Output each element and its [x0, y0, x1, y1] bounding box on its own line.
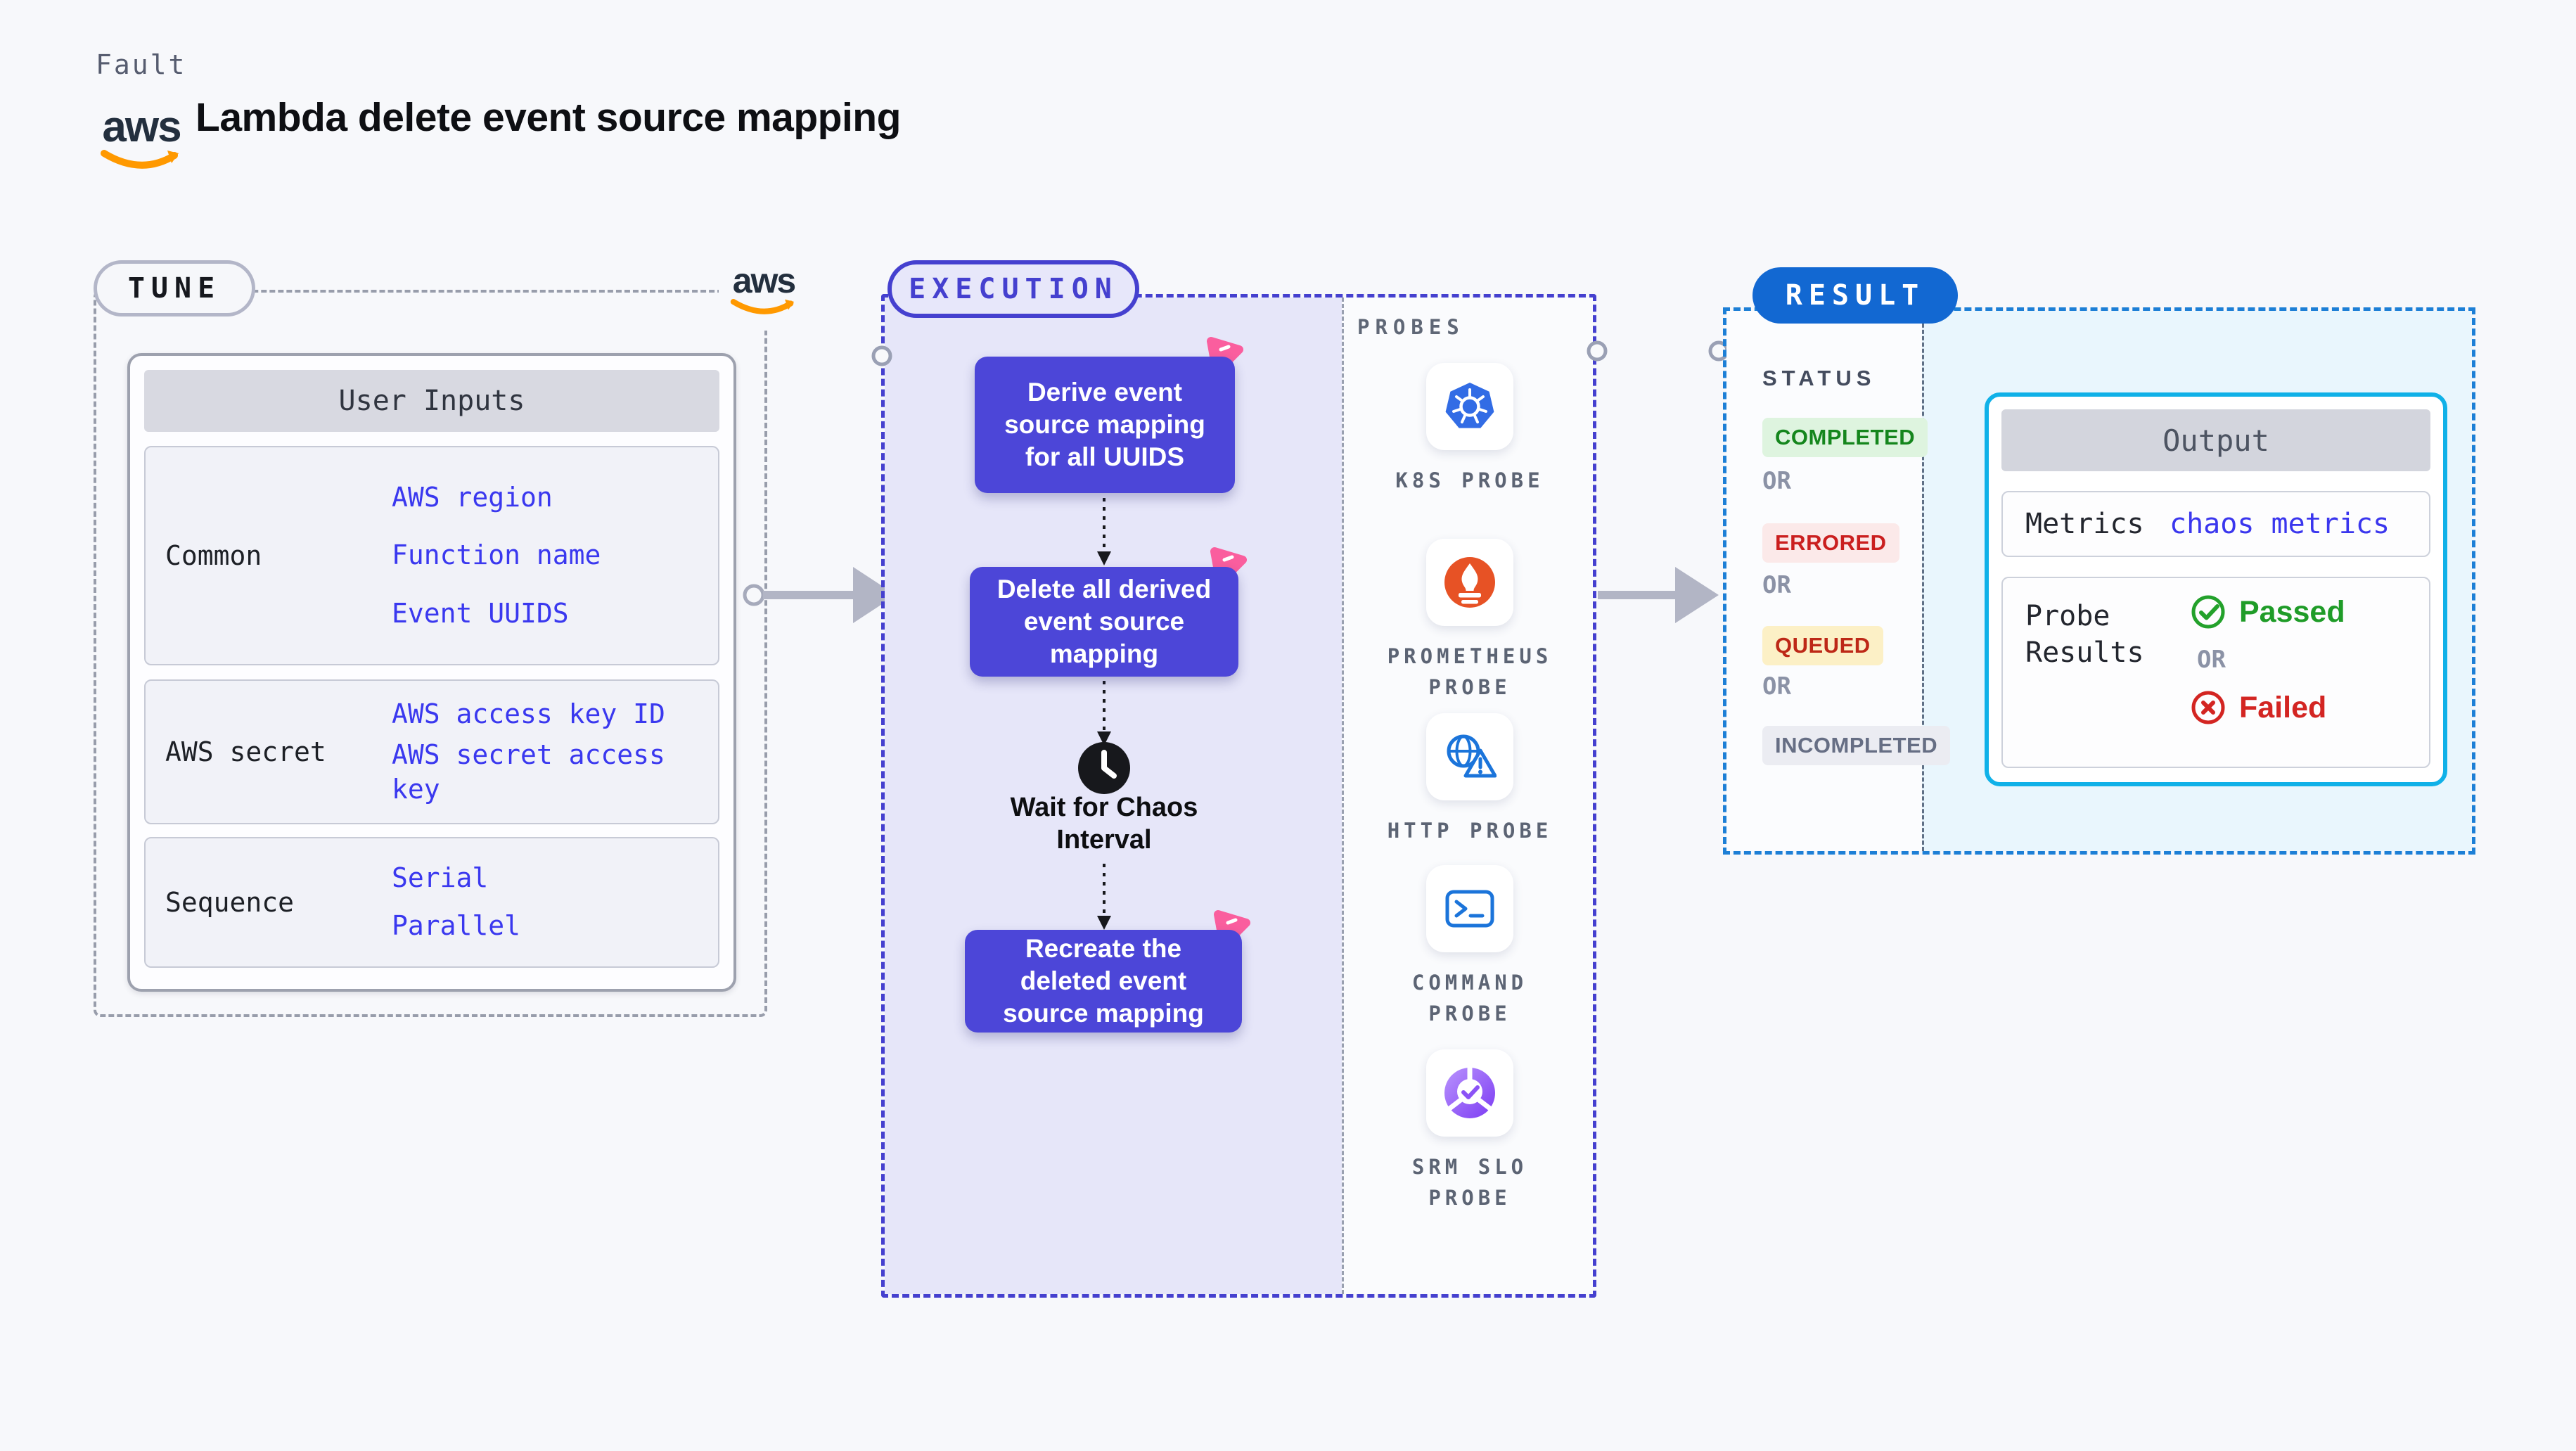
metrics-row: Metrics chaos metrics — [2001, 491, 2430, 557]
row-label: Sequence — [165, 887, 295, 918]
fault-diagram: Fault aws Lambda delete event source map… — [0, 0, 2576, 1451]
aws-logo-text: aws — [102, 103, 181, 151]
failed-line: Failed — [2190, 689, 2345, 726]
table-row-sequence: Sequence Serial Parallel — [144, 837, 719, 968]
probe-card[interactable] — [1426, 713, 1513, 800]
probe-item-command[interactable]: COMMAND PROBE — [1343, 865, 1596, 1029]
srm-slo-icon — [1444, 1067, 1495, 1118]
user-inputs-header: User Inputs — [144, 370, 719, 432]
or-separator: OR — [2197, 646, 2226, 674]
probe-item-k8s[interactable]: K8S PROBE — [1343, 363, 1596, 497]
probe-results-values: Passed OR Failed — [2190, 594, 2345, 726]
probes-title: PROBES — [1357, 315, 1465, 339]
fault-kicker: Fault — [96, 49, 187, 80]
status-badge-queued: QUEUED — [1762, 626, 1883, 665]
command-terminal-icon — [1445, 890, 1494, 928]
probe-results-label: Probe Results — [2025, 600, 2144, 669]
failed-label: Failed — [2239, 690, 2327, 724]
flow-node-recreate: Recreate the deleted event source mappin… — [965, 910, 1250, 1033]
metrics-label: Metrics — [2025, 508, 2144, 540]
or-separator: OR — [1762, 571, 1791, 599]
or-separator: OR — [1762, 467, 1791, 495]
passed-line: Passed — [2190, 594, 2345, 630]
row-values: Serial Parallel — [378, 838, 718, 966]
passed-label: Passed — [2239, 594, 2345, 629]
tune-to-execution-arrow — [743, 567, 896, 623]
input-link-secret-access-key[interactable]: AWS secret access key — [392, 738, 701, 807]
row-values: AWS access key ID AWS secret access key — [378, 681, 718, 823]
flow-node-label: Derive event source mapping for all UUID… — [975, 357, 1235, 493]
probe-label: K8S PROBE — [1395, 468, 1544, 492]
aws-smile-icon — [730, 298, 795, 314]
table-row-aws-secret: AWS secret AWS access key ID AWS secret … — [144, 679, 719, 824]
probe-label: PROMETHEUS PROBE — [1387, 644, 1553, 699]
check-circle-icon — [2191, 595, 2225, 629]
flow-node-derive: Derive event source mapping for all UUID… — [975, 337, 1243, 493]
row-label: AWS secret — [165, 736, 326, 767]
flow-arrow-down-icon — [1097, 864, 1111, 930]
or-separator: OR — [1762, 672, 1791, 701]
input-link-function-name[interactable]: Function name — [392, 538, 701, 573]
execution-pill[interactable]: EXECUTION — [887, 260, 1139, 318]
aws-logo: aws — [96, 106, 187, 173]
input-link-aws-region[interactable]: AWS region — [392, 480, 701, 515]
aws-logo-small-text: aws — [732, 261, 797, 300]
probe-label: SRM SLO PROBE — [1411, 1155, 1528, 1210]
status-badge-errored: ERRORED — [1762, 523, 1899, 563]
aws-logo-small: aws — [719, 250, 809, 331]
input-link-access-key-id[interactable]: AWS access key ID — [392, 697, 701, 731]
probe-results-row: Probe Results Passed OR Failed — [2001, 577, 2430, 768]
wait-step-label: Wait for Chaos Interval — [1010, 793, 1198, 855]
input-link-parallel[interactable]: Parallel — [392, 909, 701, 943]
execution-to-result-arrow — [1598, 567, 1719, 623]
aws-smile-icon — [101, 150, 179, 169]
row-label: Common — [165, 540, 262, 571]
probe-item-srm-slo[interactable]: SRM SLO PROBE — [1343, 1049, 1596, 1213]
prometheus-icon — [1444, 557, 1495, 608]
row-values: AWS region Function name Event UUIDS — [378, 447, 718, 664]
flow-node-label: Recreate the deleted event source mappin… — [965, 930, 1242, 1033]
handle-circle-icon[interactable] — [1586, 340, 1608, 362]
http-globe-icon — [1447, 734, 1497, 778]
input-link-serial[interactable]: Serial — [392, 861, 701, 895]
flow-arrow-down-icon — [1097, 681, 1111, 746]
probe-card[interactable] — [1426, 865, 1513, 952]
kubernetes-icon — [1445, 383, 1494, 428]
chaos-metrics-link[interactable]: chaos metrics — [2170, 508, 2390, 540]
probe-item-http[interactable]: HTTP PROBE — [1343, 713, 1596, 847]
clock-icon — [1078, 742, 1130, 794]
status-badge-incompleted: INCOMPLETED — [1762, 726, 1951, 765]
probe-item-prometheus[interactable]: PROMETHEUS PROBE — [1343, 539, 1596, 703]
status-column — [1726, 311, 1922, 851]
probe-label: COMMAND PROBE — [1411, 971, 1528, 1025]
probe-card[interactable] — [1426, 539, 1513, 626]
input-link-event-uuids[interactable]: Event UUIDS — [392, 596, 701, 631]
probe-card[interactable] — [1426, 1049, 1513, 1137]
flow-node-delete: Delete all derived event source mapping — [970, 547, 1247, 677]
page-title: Lambda delete event source mapping — [196, 95, 901, 140]
flow-arrow-down-icon — [1097, 498, 1111, 565]
status-badge-completed: COMPLETED — [1762, 418, 1928, 457]
tune-pill[interactable]: TUNE — [94, 260, 255, 317]
flow-node-label: Delete all derived event source mapping — [970, 567, 1238, 677]
output-header: Output — [2001, 409, 2430, 471]
probe-card[interactable] — [1426, 363, 1513, 450]
status-title: STATUS — [1762, 366, 1876, 390]
probe-label: HTTP PROBE — [1387, 819, 1553, 843]
handle-circle-icon[interactable] — [871, 345, 893, 367]
x-circle-icon — [2191, 691, 2225, 724]
table-row-common: Common AWS region Function name Event UU… — [144, 446, 719, 665]
result-pill[interactable]: RESULT — [1752, 267, 1958, 324]
